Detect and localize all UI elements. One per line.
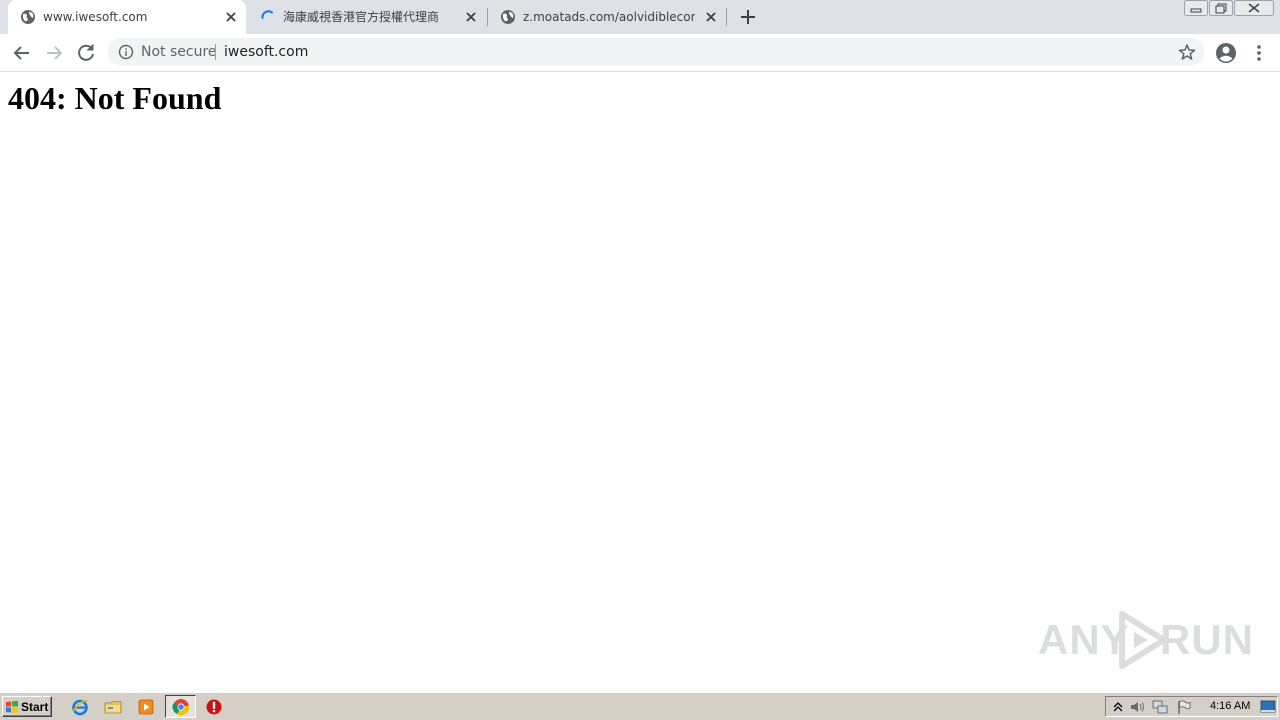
- show-desktop-icon[interactable]: [1260, 699, 1276, 715]
- tab-divider: [726, 8, 727, 26]
- arrow-right-icon[interactable]: [42, 41, 66, 65]
- info-icon[interactable]: [118, 44, 134, 60]
- taskbar: Start 4:16 AM: [0, 692, 1280, 720]
- close-tab-icon[interactable]: [704, 10, 718, 24]
- address-bar[interactable]: Not secure iwesoft.com: [108, 38, 1204, 66]
- volume-icon[interactable]: [1129, 699, 1145, 715]
- arrow-left-icon[interactable]: [10, 41, 34, 65]
- omnibox-divider: [215, 44, 216, 60]
- tab-strip: www.iwesoft.com 海康威視香港官方授權代理商 z.moatads.…: [0, 0, 1280, 34]
- tab-hikvision[interactable]: 海康威視香港官方授權代理商: [248, 0, 486, 34]
- network-icon[interactable]: [1152, 699, 1168, 715]
- minimize-icon[interactable]: [1184, 0, 1208, 17]
- globe-icon: [501, 10, 515, 24]
- tab-title: z.moatads.com/aolvidiblecontent85: [523, 10, 695, 24]
- globe-icon: [21, 10, 35, 24]
- alert-stop-icon[interactable]: [205, 698, 223, 716]
- close-tab-icon[interactable]: [464, 10, 478, 24]
- chrome-icon: [172, 699, 190, 716]
- folder-icon[interactable]: [104, 698, 122, 716]
- start-label: Start: [21, 699, 49, 714]
- browser-toolbar: Not secure iwesoft.com: [0, 34, 1280, 72]
- tab-title: www.iwesoft.com: [43, 10, 148, 24]
- flag-icon[interactable]: [1176, 699, 1192, 715]
- account-icon[interactable]: [1214, 41, 1238, 65]
- tab-title: 海康威視香港官方授權代理商: [283, 10, 440, 24]
- anyrun-watermark: ANY RUN: [1038, 608, 1253, 672]
- tab-iwesoft[interactable]: www.iwesoft.com: [8, 0, 246, 34]
- windows-logo-icon: [6, 700, 18, 713]
- reload-icon[interactable]: [74, 41, 98, 65]
- spinner-icon: [261, 10, 273, 19]
- system-tray: 4:16 AM: [1105, 696, 1278, 717]
- close-tab-icon[interactable]: [224, 10, 238, 24]
- star-icon[interactable]: [1178, 43, 1196, 61]
- plus-icon[interactable]: [738, 7, 758, 27]
- task-chrome[interactable]: [165, 695, 196, 718]
- internet-explorer-icon[interactable]: [71, 698, 89, 716]
- url-text[interactable]: iwesoft.com: [224, 44, 308, 60]
- close-window-icon[interactable]: [1234, 0, 1274, 17]
- security-label[interactable]: Not secure: [141, 44, 217, 60]
- page-title: 404: Not Found: [8, 80, 222, 116]
- chevron-up-icon[interactable]: [1110, 699, 1126, 715]
- restore-icon[interactable]: [1209, 0, 1233, 17]
- kebab-icon[interactable]: [1247, 41, 1271, 65]
- start-button[interactable]: Start: [2, 696, 52, 717]
- clock[interactable]: 4:16 AM: [1210, 700, 1250, 712]
- tab-moatads[interactable]: z.moatads.com/aolvidiblecontent85: [488, 0, 726, 34]
- media-player-icon[interactable]: [137, 698, 155, 716]
- page-content: 404: Not Found ANY RUN: [0, 72, 1280, 692]
- watermark-right-text: RUN: [1160, 616, 1254, 663]
